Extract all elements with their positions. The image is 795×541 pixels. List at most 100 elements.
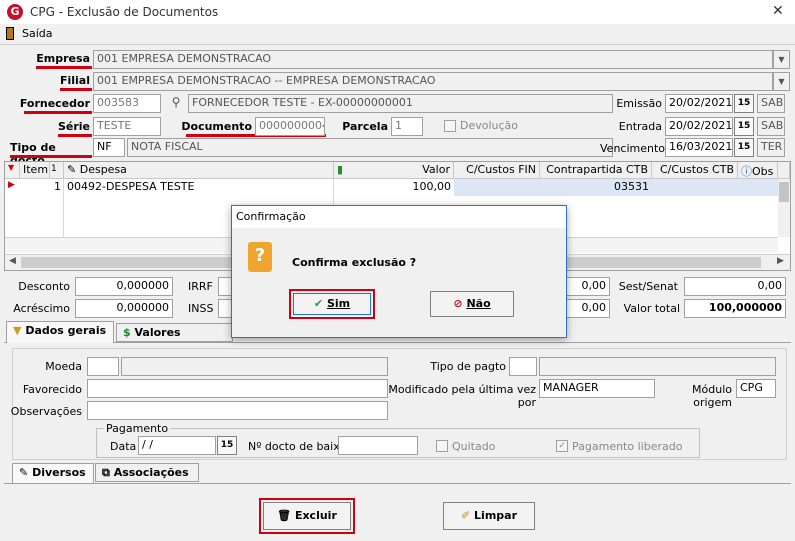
sim-label: Sim	[326, 297, 351, 310]
highlight-underline	[58, 134, 92, 137]
chevron-down-icon[interactable]: ▼	[773, 72, 790, 91]
value-field-2[interactable]: 0,00	[566, 299, 610, 318]
empresa-field[interactable]: 001 EMPRESA DEMONSTRACAO	[93, 50, 773, 69]
scroll-right-icon[interactable]: ▶	[777, 256, 784, 266]
menu-bar: Saída	[0, 24, 795, 44]
dollar-icon: $	[123, 326, 131, 339]
label-modulo: Módulo origem	[692, 383, 732, 409]
row-custos-ctb[interactable]	[652, 179, 738, 196]
tab-diversos-label: Diversos	[32, 466, 86, 479]
tab-associacoes[interactable]: ⧉ Associações	[95, 463, 199, 482]
limpar-label: Limpar	[474, 509, 518, 522]
scroll-left-icon[interactable]: ◀	[9, 256, 16, 266]
info-icon: ⓘ	[741, 165, 752, 178]
row-valor[interactable]: 100,00	[334, 179, 454, 196]
moeda-code-field[interactable]	[87, 357, 119, 376]
excluir-button[interactable]: 🗑 Excluir	[263, 502, 351, 530]
calendar-icon[interactable]: 15	[734, 94, 754, 113]
label-fornecedor: Fornecedor	[19, 97, 90, 110]
serie-field[interactable]: TESTE	[93, 117, 161, 136]
tipo-pagto-name-field	[539, 357, 776, 376]
col-custos-ctb[interactable]: C/Custos CTB	[652, 162, 738, 179]
entrada-field[interactable]: 20/02/2021	[665, 117, 733, 136]
tipo-docto-name-field: NOTA FISCAL	[127, 138, 613, 157]
cancel-icon: ⊘	[453, 297, 463, 310]
documento-field[interactable]: 0000000004	[255, 117, 325, 136]
nao-button[interactable]: ⊘ Não	[430, 291, 514, 317]
app-logo-icon: G	[7, 4, 23, 20]
row-contrapartida[interactable]: 03531	[540, 179, 652, 196]
entrada-weekday: SAB	[757, 117, 785, 136]
label-empresa: Empresa	[36, 52, 90, 65]
emissao-field[interactable]: 20/02/2021	[665, 94, 733, 113]
pagamento-liberado-checkbox[interactable]: ✓	[556, 440, 568, 452]
tab-diversos[interactable]: ✎ Diversos	[12, 463, 94, 484]
row-custos-fin[interactable]	[454, 179, 540, 196]
col-custos-fin[interactable]: C/Custos FIN	[454, 162, 540, 179]
highlight-underline	[24, 111, 92, 114]
eraser-icon: ✐	[460, 509, 471, 522]
tab-valores[interactable]: $ Valores complem	[116, 323, 233, 342]
col-despesa[interactable]: ✎ Despesa	[64, 162, 334, 179]
moeda-name-field	[121, 357, 388, 376]
row-obs[interactable]	[738, 179, 778, 196]
menu-exit[interactable]: Saída	[22, 27, 53, 40]
scrollbar-thumb[interactable]	[779, 182, 789, 202]
col-contrapartida[interactable]: Contrapartida CTB	[540, 162, 652, 179]
label-desconto: Desconto	[18, 280, 70, 293]
tab-baseline	[4, 342, 791, 343]
label-quitado: Quitado	[452, 440, 496, 453]
row-item[interactable]: 1	[20, 179, 64, 196]
desconto-field[interactable]: 0,000000	[75, 277, 173, 296]
sim-button[interactable]: ✔ Sim	[293, 293, 371, 315]
close-icon[interactable]: ✕	[772, 3, 784, 19]
label-filial: Filial	[59, 74, 90, 87]
fornecedor-code-field[interactable]: 003583	[93, 94, 161, 113]
col-obs-label: Obs	[752, 165, 774, 178]
divider	[0, 44, 795, 45]
data-field[interactable]: / /	[138, 436, 216, 455]
inss-field[interactable]	[218, 299, 232, 318]
limpar-button[interactable]: ✐ Limpar	[443, 502, 535, 530]
modulo-field: CPG	[736, 379, 776, 398]
calendar-icon[interactable]: 15	[734, 117, 754, 136]
col-obs[interactable]: ⓘObs	[738, 162, 778, 179]
label-pagamento-liberado: Pagamento liberado	[572, 440, 683, 453]
calendar-icon[interactable]: 15	[734, 138, 754, 157]
highlight-underline	[10, 155, 92, 158]
label-parcela: Parcela	[342, 120, 388, 133]
money-icon: ▮	[337, 163, 344, 176]
tab-dados-gerais[interactable]: ▼ Dados gerais	[6, 321, 114, 343]
tipo-docto-code-field[interactable]: NF	[93, 138, 125, 157]
tab-valores-label: Valores complem	[123, 326, 181, 341]
vencimento-field[interactable]: 16/03/2021	[665, 138, 733, 157]
parcela-field[interactable]: 1	[391, 117, 423, 136]
binoculars-icon[interactable]: ⚲	[167, 95, 185, 113]
label-modificado: Modificado pela última vez por	[388, 383, 536, 409]
value-field-1[interactable]: 0,00	[566, 277, 610, 296]
dialog-body: ? Confirma exclusão ? ✔ Sim ⊘ Não	[232, 228, 566, 337]
col-sort-number[interactable]: 1	[50, 162, 64, 179]
row-pointer-icon: ▶	[8, 180, 15, 190]
favorecido-field[interactable]	[87, 379, 388, 398]
sort-arrow-icon[interactable]: ▼	[5, 162, 20, 179]
col-valor[interactable]: ▮ Valor	[334, 162, 454, 179]
edit-icon: ✎	[67, 163, 77, 176]
label-vencimento: Vencimento	[600, 142, 666, 155]
row-despesa[interactable]: 00492-DESPESA TESTE	[64, 179, 334, 196]
calendar-icon[interactable]: 15	[217, 436, 237, 455]
col-item[interactable]: Item	[20, 162, 50, 179]
filial-field[interactable]: 001 EMPRESA DEMONSTRACAO -- EMPRESA DEMO…	[93, 72, 773, 91]
trash-icon: 🗑	[277, 509, 292, 522]
irrf-field[interactable]	[218, 277, 232, 296]
quitado-checkbox[interactable]	[436, 440, 448, 452]
n-docto-field[interactable]	[338, 436, 418, 455]
tipo-pagto-code-field[interactable]	[509, 357, 537, 376]
label-pagamento: Pagamento	[104, 422, 171, 435]
label-devolucao: Devolução	[460, 119, 519, 132]
acrescimo-field[interactable]: 0,000000	[75, 299, 173, 318]
chevron-down-icon[interactable]: ▼	[773, 50, 790, 69]
observacoes-field[interactable]	[87, 401, 388, 420]
sest-field[interactable]: 0,00	[684, 277, 786, 296]
devolucao-checkbox[interactable]	[444, 120, 456, 132]
